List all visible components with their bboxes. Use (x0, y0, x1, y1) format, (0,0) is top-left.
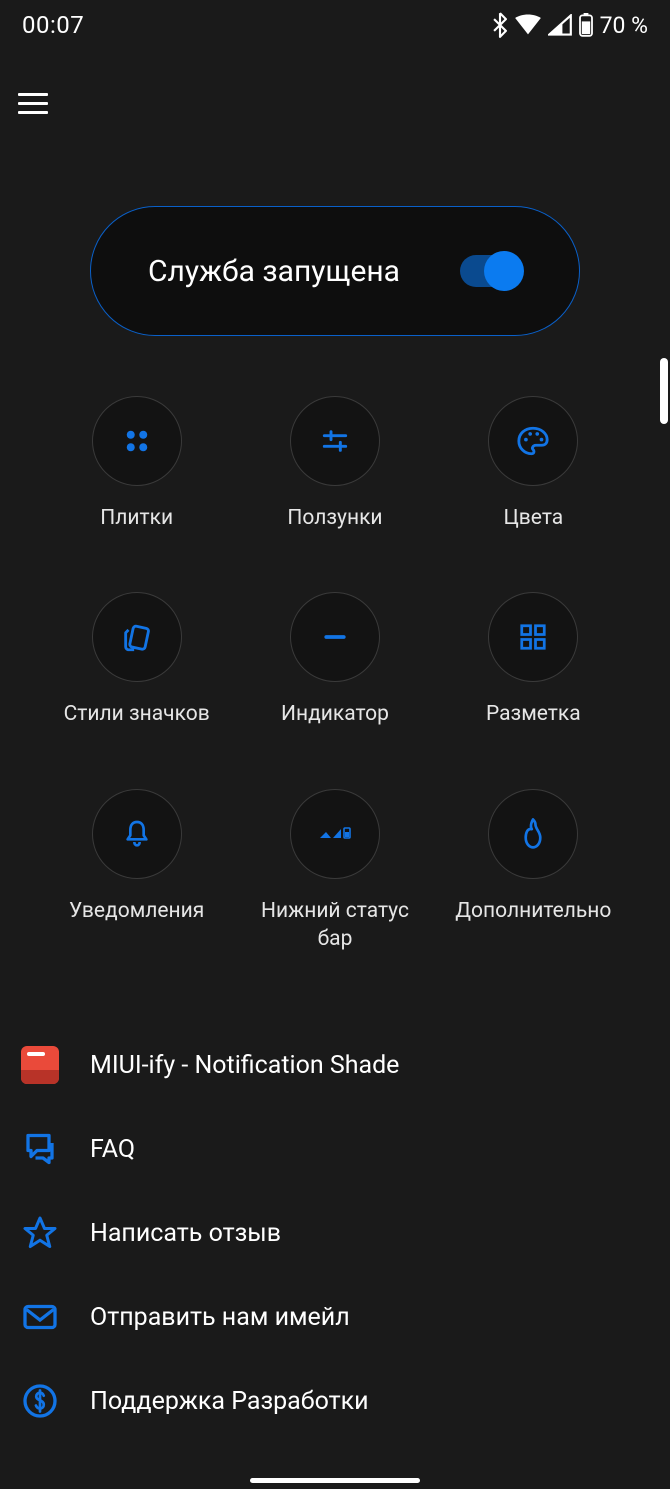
palette-icon (488, 396, 578, 486)
home-indicator[interactable] (250, 1478, 420, 1483)
list-label: Написать отзыв (90, 1219, 281, 1248)
grid-label: Цвета (503, 504, 563, 532)
list-item-app[interactable]: MIUI-ify - Notification Shade (20, 1023, 650, 1107)
menu-button[interactable] (10, 80, 56, 126)
settings-grid: Плитки Ползунки Цвета Стили значков Инди… (38, 396, 633, 953)
app-icon (20, 1045, 60, 1085)
scroll-indicator[interactable] (660, 358, 668, 424)
list-item-faq[interactable]: FAQ (20, 1107, 650, 1191)
list-label: FAQ (90, 1135, 135, 1164)
grid-item-status-bar[interactable]: Нижний статус бар (236, 789, 434, 954)
service-toggle-pill[interactable]: Служба запущена (90, 206, 580, 336)
bluetooth-icon (492, 12, 508, 38)
indicator-icon (290, 592, 380, 682)
grid-label: Разметка (486, 700, 581, 728)
mail-icon (20, 1297, 60, 1337)
grid-label: Ползунки (287, 504, 382, 532)
list-label: MIUI-ify - Notification Shade (90, 1051, 399, 1080)
grid-label: Плитки (100, 504, 173, 532)
grid-item-indicator[interactable]: Индикатор (236, 592, 434, 728)
star-icon (20, 1213, 60, 1253)
layout-icon (488, 592, 578, 682)
service-label: Служба запущена (148, 254, 400, 289)
faq-icon (20, 1129, 60, 1169)
battery-icon (578, 13, 594, 37)
app-bar (0, 50, 670, 136)
tiles-icon (92, 396, 182, 486)
grid-item-additional[interactable]: Дополнительно (434, 789, 632, 954)
grid-item-layout[interactable]: Разметка (434, 592, 632, 728)
sliders-icon (290, 396, 380, 486)
status-bar-icon (290, 789, 380, 879)
status-icons: 70 % (492, 12, 648, 39)
list-item-review[interactable]: Написать отзыв (20, 1191, 650, 1275)
grid-item-colors[interactable]: Цвета (434, 396, 632, 532)
list-item-support[interactable]: Поддержка Разработки (20, 1359, 650, 1443)
grid-label: Нижний статус бар (261, 897, 409, 954)
fire-icon (488, 789, 578, 879)
status-time: 00:07 (22, 11, 84, 39)
icon-styles-icon (92, 592, 182, 682)
dollar-icon (20, 1381, 60, 1421)
service-toggle-switch[interactable] (460, 255, 522, 287)
battery-percent: 70 % (600, 12, 648, 39)
list-label: Поддержка Разработки (90, 1387, 369, 1416)
info-list: MIUI-ify - Notification Shade FAQ Написа… (0, 1023, 670, 1443)
list-item-email[interactable]: Отправить нам имейл (20, 1275, 650, 1359)
grid-label: Индикатор (281, 700, 389, 728)
status-bar: 00:07 70 % (0, 0, 670, 50)
list-label: Отправить нам имейл (90, 1303, 350, 1332)
grid-label: Дополнительно (455, 897, 611, 925)
wifi-icon (514, 14, 542, 36)
signal-icon (548, 14, 572, 36)
grid-item-icon-styles[interactable]: Стили значков (38, 592, 236, 728)
grid-item-notifications[interactable]: Уведомления (38, 789, 236, 954)
bell-icon (92, 789, 182, 879)
grid-label: Стили значков (64, 700, 210, 728)
grid-label: Уведомления (69, 897, 204, 925)
grid-item-tiles[interactable]: Плитки (38, 396, 236, 532)
grid-item-sliders[interactable]: Ползунки (236, 396, 434, 532)
